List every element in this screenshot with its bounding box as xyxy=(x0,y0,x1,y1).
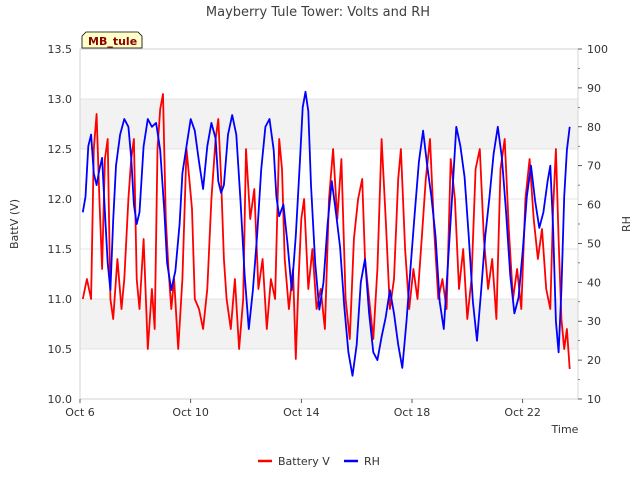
y-axis-right-label: RH xyxy=(620,216,633,232)
legend-label-rh: RH xyxy=(364,455,380,468)
chart-canvas: 10.0 10.5 11.0 11.5 12.0 12.5 13.0 13.5 10 20 30 40… xyxy=(8,5,633,468)
x-tick-label: Oct 22 xyxy=(504,406,541,419)
y-right-tick-label: 30 xyxy=(587,315,601,328)
y-right-tick-label: 20 xyxy=(587,354,601,367)
x-tick-label: Oct 10 xyxy=(172,406,209,419)
y-right-tick-label: 70 xyxy=(587,160,601,173)
legend-label-battery: Battery V xyxy=(278,455,330,468)
y-left-tick-label: 13.0 xyxy=(48,93,73,106)
station-label: MB_tule xyxy=(88,35,137,48)
y-right-tick-label: 60 xyxy=(587,199,601,212)
x-tick-label: Oct 14 xyxy=(283,406,320,419)
y-right-tick-label: 10 xyxy=(587,393,601,406)
y-right-tick-label: 100 xyxy=(587,43,608,56)
y-right-tick-label: 50 xyxy=(587,237,601,250)
y-axis-left-label: BattV (V) xyxy=(8,199,21,249)
y-left-tick-label: 11.5 xyxy=(48,243,73,256)
y-left-tick-label: 12.5 xyxy=(48,143,73,156)
y-left-tick-label: 10.0 xyxy=(48,393,73,406)
station-label-box: MB_tule xyxy=(81,31,143,49)
y-left-tick-label: 12.0 xyxy=(48,193,73,206)
legend: Battery V RH xyxy=(258,455,380,468)
y-left-tick-label: 13.5 xyxy=(48,43,73,56)
x-tick-label: Oct 18 xyxy=(394,406,431,419)
y-right-tick-label: 80 xyxy=(587,121,601,134)
x-tick-label: Oct 6 xyxy=(65,406,95,419)
chart-title: Mayberry Tule Tower: Volts and RH xyxy=(206,5,430,20)
y-left-tick-label: 10.5 xyxy=(48,343,73,356)
y-right-tick-label: 90 xyxy=(587,82,601,95)
y-right-tick-label: 40 xyxy=(587,276,601,289)
x-axis-label: Time xyxy=(551,423,579,436)
y-left-tick-label: 11.0 xyxy=(48,293,73,306)
